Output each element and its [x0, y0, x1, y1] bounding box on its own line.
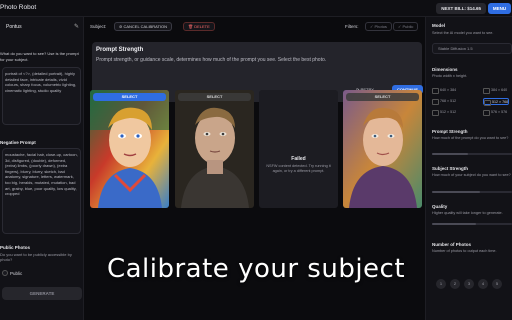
prompt-question: What do you want to see? Use is the prom… — [0, 51, 79, 62]
prompt-strength-desc: How much of the prompt do you want to se… — [432, 136, 509, 140]
slider-fill — [432, 153, 468, 155]
dim-option[interactable]: 512 × 512 — [432, 109, 456, 116]
dim-option[interactable]: 576 × 576 — [483, 109, 507, 116]
select-button[interactable]: SELECT — [93, 93, 166, 101]
model-desc: Select the AI model you want to see. — [432, 31, 494, 35]
select-button[interactable]: SELECT — [346, 93, 419, 101]
card-desc: Prompt strength, or guidance scale, dete… — [96, 57, 327, 63]
filter-photos-chip[interactable]: ✓ Photos — [365, 22, 392, 31]
photo-card-1[interactable]: SELECT — [90, 90, 169, 208]
dim-option[interactable]: 768 × 512 — [432, 98, 456, 105]
menu-button[interactable]: MENU — [488, 3, 511, 14]
failed-desc: NSFW content detected. Try running it ag… — [266, 164, 331, 173]
slider-fill — [432, 223, 476, 225]
dim-option-selected[interactable]: 512 × 768 — [483, 98, 510, 106]
dim-option[interactable]: 384 × 640 — [483, 87, 507, 94]
select-button[interactable]: SELECT — [178, 93, 251, 101]
prompt-strength-slider[interactable] — [432, 153, 512, 155]
dimensions-desc: Photo width x height. — [432, 74, 468, 78]
subject-strength-slider[interactable] — [432, 191, 512, 193]
caption-overlay: Calibrate your subject — [106, 254, 406, 284]
subject-strength-label: Subject Strength — [432, 166, 469, 171]
filters-label: Filters: — [345, 24, 359, 29]
cancel-calibration-label: CANCEL CALIBRATION — [123, 24, 168, 29]
model-select[interactable]: Stable Diffusion 1.5 — [432, 43, 512, 54]
photo-card-2[interactable]: SELECT — [175, 90, 254, 208]
dim-option[interactable]: 640 × 384 — [432, 87, 456, 94]
subject-name: Pontus — [6, 24, 22, 30]
photo-card-3-failed: Failed NSFW content detected. Try runnin… — [259, 90, 338, 208]
negative-prompt-textarea[interactable]: moustache, facial hair, close-up, cartoo… — [2, 148, 81, 234]
public-photos-label: Public Photos — [0, 245, 31, 250]
card-title: Prompt Strength — [96, 47, 144, 53]
negative-prompt-label: Negative Prompt — [0, 140, 36, 145]
photo-card-4[interactable]: SELECT — [343, 90, 422, 208]
num-photos-label: Number of Photos — [432, 242, 471, 247]
quality-desc: Higher quality will take longer to gener… — [432, 211, 503, 215]
quality-slider[interactable] — [432, 223, 512, 225]
delete-button[interactable]: 🗑 DELETE — [183, 22, 215, 31]
filter-public-label: Public — [402, 24, 414, 29]
portrait-image — [343, 90, 422, 208]
filter-photos-label: Photos — [374, 24, 387, 29]
top-bar: Photo Robot NEXT BILL: $14.65 MENU — [0, 0, 512, 17]
portrait-image — [90, 90, 169, 208]
subject-row[interactable]: Pontus ✎ — [0, 22, 84, 34]
subject-strength-desc: How much of your subject do you want to … — [432, 173, 511, 177]
prompt-strength-label: Prompt Strength — [432, 129, 468, 134]
quality-label: Quality — [432, 204, 448, 209]
slider-fill — [432, 191, 480, 193]
app-title: Photo Robot — [0, 4, 37, 11]
prompt-textarea[interactable]: portrait of <?>, (detailed portrait), hi… — [2, 67, 81, 125]
failed-title: Failed — [291, 156, 306, 162]
filter-public-chip[interactable]: ✓ Public — [393, 22, 419, 31]
next-bill-badge[interactable]: NEXT BILL: $14.65 — [436, 3, 486, 14]
portrait-image — [175, 90, 254, 208]
cancel-calibration-button[interactable]: ⊘ CANCEL CALIBRATION — [114, 22, 173, 31]
dimensions-label: Dimensions — [432, 67, 458, 72]
pencil-icon[interactable]: ✎ — [74, 23, 79, 30]
delete-label: DELETE — [194, 24, 210, 29]
generate-button[interactable]: GENERATE — [2, 287, 82, 300]
subject-label: Subject: — [90, 24, 107, 29]
num-photos-desc: Number of photos to output each time. — [432, 249, 497, 253]
model-label: Model — [432, 23, 445, 28]
